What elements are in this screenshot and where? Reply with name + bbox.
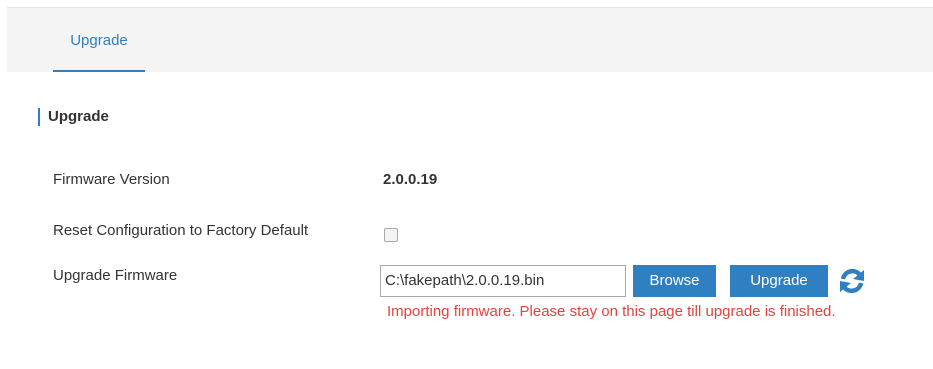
tab-bar: Upgrade	[7, 8, 933, 72]
reset-config-checkbox[interactable]	[384, 228, 398, 242]
firmware-version-label: Firmware Version	[53, 171, 170, 188]
upgrade-status-message: Importing firmware. Please stay on this …	[387, 303, 836, 320]
upgrade-page: Upgrade Upgrade Firmware Version 2.0.0.1…	[7, 7, 933, 369]
upgrade-firmware-label: Upgrade Firmware	[53, 267, 178, 284]
tab-upgrade-label: Upgrade	[70, 32, 128, 49]
tab-upgrade[interactable]: Upgrade	[53, 8, 145, 72]
refresh-icon[interactable]	[837, 266, 867, 296]
reset-config-label: Reset Configuration to Factory Default	[53, 222, 309, 239]
section-title: Upgrade	[38, 108, 109, 126]
active-tab-indicator	[53, 70, 145, 72]
browse-button[interactable]: Browse	[633, 265, 716, 297]
firmware-file-field[interactable]: C:\fakepath\2.0.0.19.bin	[380, 265, 626, 297]
upgrade-button[interactable]: Upgrade	[730, 265, 828, 297]
firmware-version-value: 2.0.0.19	[383, 171, 438, 188]
